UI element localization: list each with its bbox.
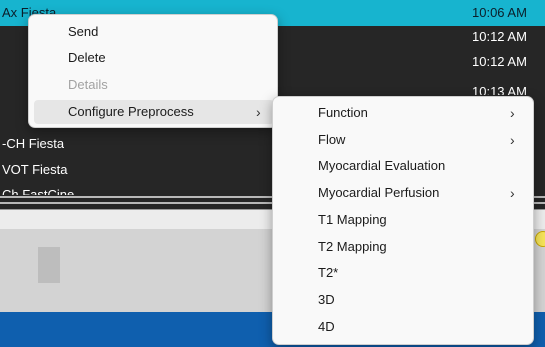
chevron-right-icon: ›: [510, 132, 515, 148]
series-time: 10:12 AM: [472, 29, 527, 44]
submenu-item-function[interactable]: Function ›: [278, 101, 530, 125]
series-time: 10:12 AM: [472, 54, 527, 69]
menu-item-details: Details: [34, 73, 274, 97]
submenu-item-t2-mapping[interactable]: T2 Mapping: [278, 235, 530, 259]
submenu-item-myocardial-evaluation[interactable]: Myocardial Evaluation: [278, 154, 530, 178]
submenu-item-4d[interactable]: 4D: [278, 315, 530, 339]
series-time: 10:13 AM: [472, 84, 527, 95]
series-name: -CH Fiesta: [2, 136, 65, 151]
menu-item-label: Flow: [318, 132, 346, 147]
menu-item-delete[interactable]: Delete: [34, 46, 274, 70]
chevron-right-icon: ›: [510, 185, 515, 201]
preprocess-submenu: Function › Flow › Myocardial Evaluation …: [272, 96, 534, 345]
menu-item-label: Details: [68, 77, 108, 92]
submenu-item-t1-mapping[interactable]: T1 Mapping: [278, 208, 530, 232]
submenu-item-3d[interactable]: 3D: [278, 288, 530, 312]
chevron-right-icon: ›: [256, 104, 261, 120]
submenu-item-t2-star[interactable]: T2*: [278, 261, 530, 285]
menu-item-label: Myocardial Evaluation: [318, 158, 446, 173]
chevron-right-icon: ›: [510, 105, 515, 121]
menu-item-label: Myocardial Perfusion: [318, 185, 440, 200]
menu-item-label: Send: [68, 24, 99, 39]
menu-item-label: T2 Mapping: [318, 239, 387, 254]
context-menu: Send Delete Details Configure Preprocess…: [28, 14, 278, 128]
menu-item-send[interactable]: Send: [34, 20, 274, 44]
menu-item-label: Function: [318, 105, 368, 120]
menu-item-label: Configure Preprocess: [68, 104, 194, 119]
menu-item-configure-preprocess[interactable]: Configure Preprocess ›: [34, 100, 274, 124]
thumbnail-placeholder: [38, 247, 60, 283]
series-row-partial: Ch FastCine: [2, 187, 75, 195]
menu-item-label: Delete: [68, 50, 106, 65]
menu-item-label: T1 Mapping: [318, 212, 387, 227]
series-time: 10:06 AM: [472, 5, 527, 20]
submenu-item-myocardial-perfusion[interactable]: Myocardial Perfusion ›: [278, 181, 530, 205]
submenu-item-flow[interactable]: Flow ›: [278, 128, 530, 152]
menu-item-label: 4D: [318, 319, 335, 334]
status-indicator-icon: [535, 231, 545, 247]
series-name: VOT Fiesta: [2, 162, 68, 177]
app-window: Ax Fiesta 10:06 AM 10:12 AM 10:12 AM 10:…: [0, 0, 545, 347]
menu-item-label: 3D: [318, 292, 335, 307]
menu-item-label: T2*: [318, 265, 339, 280]
